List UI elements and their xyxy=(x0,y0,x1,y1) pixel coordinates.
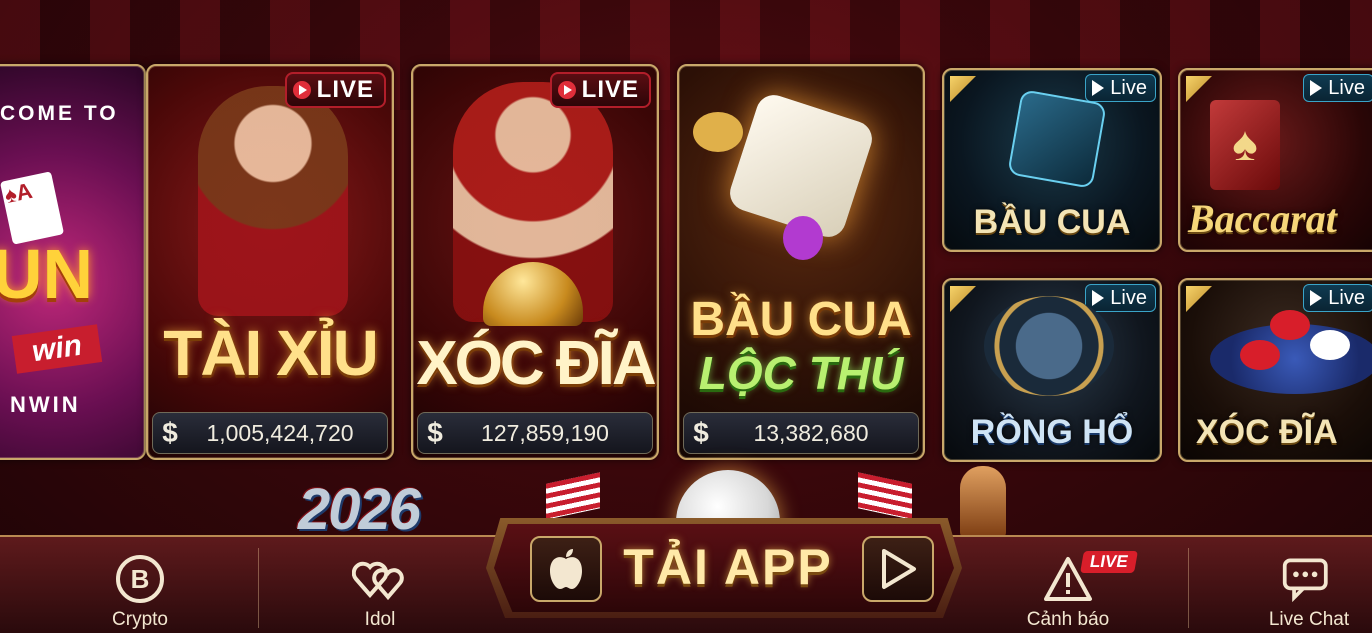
game-title: BẦU CUA xyxy=(973,203,1131,241)
live-play-icon xyxy=(292,81,311,99)
game-title: XÓC ĐĨA xyxy=(416,329,656,398)
nav-idol[interactable]: Idol xyxy=(330,539,430,633)
trophy-icon xyxy=(960,466,1006,540)
nav-live-chat[interactable]: Live Chat xyxy=(1254,539,1364,633)
live-label: LIVE xyxy=(581,76,639,103)
nav-label: Crypto xyxy=(112,609,168,630)
live-badge: LIVE xyxy=(1080,551,1138,573)
app-store-button[interactable] xyxy=(530,536,602,602)
warning-icon: LIVE xyxy=(1040,551,1138,605)
bitcoin-icon: B xyxy=(112,553,168,605)
live-play-icon xyxy=(1310,290,1323,306)
studio-corner-icon xyxy=(950,286,976,312)
jackpot-display: $ 127,859,190 xyxy=(417,412,653,454)
game-card-bau-cua-live[interactable]: Live BẦU CUA xyxy=(942,68,1162,252)
game-title: RỒNG HỔ xyxy=(970,413,1134,451)
game-card-xoc-dia-live[interactable]: Live XÓC ĐĨA xyxy=(1178,278,1372,462)
jackpot-amount: 127,859,190 xyxy=(481,419,609,446)
hearts-icon xyxy=(352,553,408,605)
jackpot-display: $ 13,382,680 xyxy=(683,412,919,454)
live-label: Live xyxy=(1110,286,1147,309)
live-badge: Live xyxy=(1085,74,1156,102)
game-card-xoc-dia[interactable]: LIVE XÓC ĐĨA $ 127,859,190 xyxy=(411,64,659,460)
live-play-icon xyxy=(1310,80,1323,96)
game-card-tai-xiu[interactable]: LIVE TÀI XỈU $ 1,005,424,720 xyxy=(146,64,394,460)
apple-icon xyxy=(550,549,582,589)
nav-divider xyxy=(1188,548,1189,628)
promo-brand-text: UN xyxy=(0,235,94,313)
game-title: TÀI XỈU xyxy=(163,317,379,389)
dragon-tiger-chip-icon xyxy=(984,296,1114,396)
download-app-label[interactable]: TẢI APP xyxy=(604,536,852,598)
studio-corner-icon xyxy=(950,76,976,102)
live-play-icon xyxy=(557,81,576,99)
jackpot-amount: 13,382,680 xyxy=(753,419,869,446)
nav-label: Idol xyxy=(364,609,396,630)
live-label: Live xyxy=(1328,76,1365,99)
promo-welcome-text: COME TO xyxy=(0,102,119,125)
live-play-icon xyxy=(1092,290,1105,306)
flag-icon xyxy=(546,472,600,520)
live-label: Live xyxy=(1328,286,1365,309)
flag-icon xyxy=(858,472,912,520)
game-card-baccarat-live[interactable]: Live ♠ Baccarat xyxy=(1178,68,1372,252)
promo-card[interactable]: COME TO ♠A UN win NWIN xyxy=(0,64,146,460)
live-label: Live xyxy=(1110,76,1147,99)
game-card-rong-ho-live[interactable]: Live RỒNG HỔ xyxy=(942,278,1162,462)
svg-text:B: B xyxy=(131,564,150,594)
promo-footer-text: NWIN xyxy=(10,392,81,417)
studio-corner-icon xyxy=(1186,76,1212,102)
live-play-icon xyxy=(1092,80,1105,96)
chat-icon xyxy=(1281,553,1337,605)
nav-divider xyxy=(258,548,259,628)
gourd-icon xyxy=(783,216,823,260)
game-title: Baccarat xyxy=(1188,196,1337,241)
live-badge: Live xyxy=(1303,284,1372,312)
dollar-icon: $ xyxy=(693,417,709,448)
spade-card-icon: ♠ xyxy=(1210,100,1280,190)
live-badge: Live xyxy=(1085,284,1156,312)
live-badge: LIVE xyxy=(549,72,651,108)
crab-icon xyxy=(693,112,743,152)
promo-brand-sub: win xyxy=(11,324,103,374)
game-title: XÓC ĐĨA xyxy=(1196,413,1338,451)
play-store-icon xyxy=(882,549,916,589)
studio-corner-icon xyxy=(1186,286,1212,312)
google-play-button[interactable] xyxy=(862,536,934,602)
year-2026-decor: 2026 xyxy=(298,477,421,542)
chips-icon xyxy=(1270,310,1310,340)
game-title-line2: LỘC THÚ xyxy=(698,347,904,399)
live-badge: Live xyxy=(1303,74,1372,102)
nav-crypto[interactable]: B Crypto xyxy=(90,539,190,633)
nav-label: Live Chat xyxy=(1268,609,1350,630)
dollar-icon: $ xyxy=(162,417,178,448)
jackpot-amount: 1,005,424,720 xyxy=(206,419,354,446)
game-card-bau-cua-loc-thu[interactable]: BẦU CUA LỘC THÚ $ 13,382,680 xyxy=(677,64,925,460)
live-label: LIVE xyxy=(316,76,374,103)
game-title-line1: BẦU CUA xyxy=(690,293,912,346)
dice-icon xyxy=(1007,89,1107,189)
dollar-icon: $ xyxy=(427,417,443,448)
jackpot-display: $ 1,005,424,720 xyxy=(152,412,388,454)
nav-canh-bao[interactable]: LIVE Cảnh báo xyxy=(1006,539,1138,633)
nav-label: Cảnh báo xyxy=(1026,609,1110,630)
dealer-figure xyxy=(198,86,348,316)
live-badge: LIVE xyxy=(284,72,386,108)
